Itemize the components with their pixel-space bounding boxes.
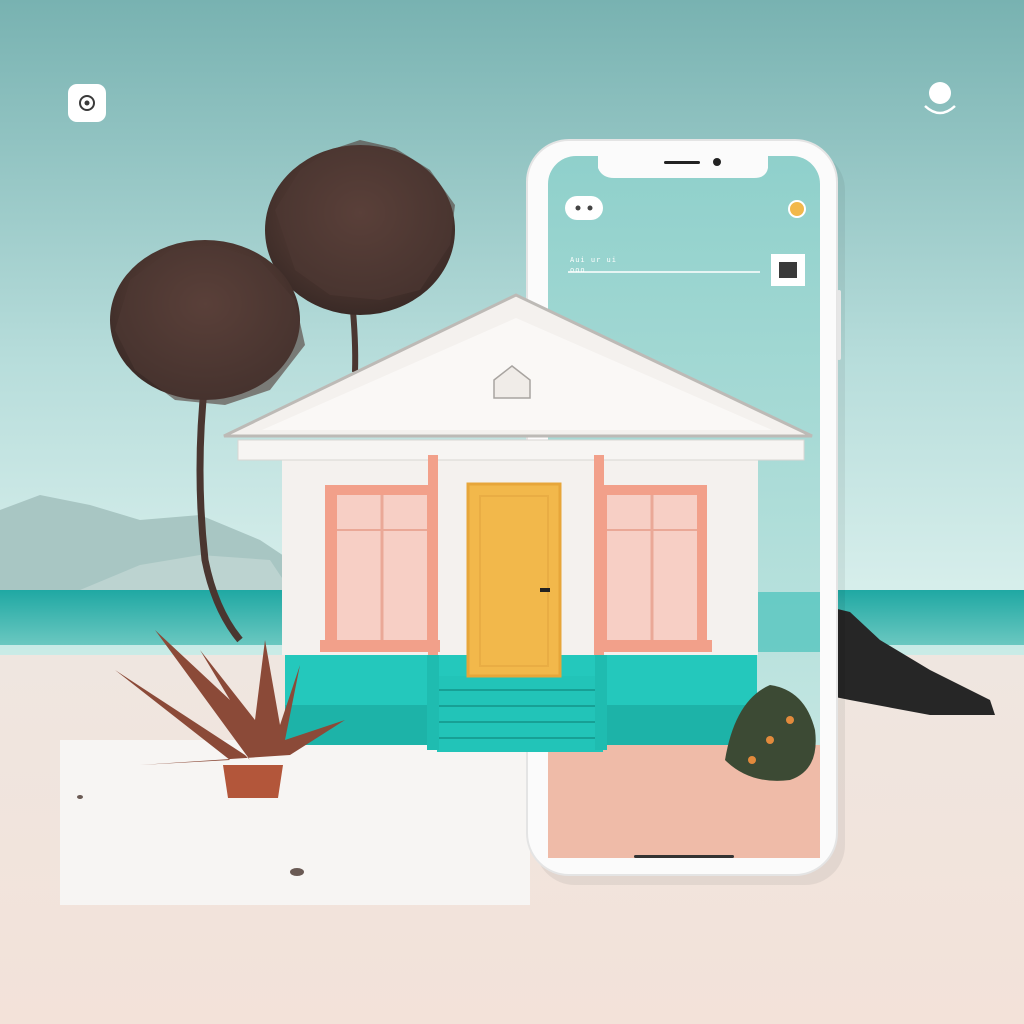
camera-icon[interactable]: [68, 84, 106, 122]
door-handle: [540, 588, 550, 592]
illustration-scene: [0, 0, 1024, 1024]
phone-text-block: Aui ur ui ooo: [570, 255, 617, 275]
toggle-pill-dot-left: [575, 205, 581, 211]
phone-notch: [598, 156, 768, 178]
shrub-flower-1: [766, 736, 774, 744]
qr-code-inner: [779, 262, 797, 278]
front-door: [466, 482, 562, 678]
side-button: [837, 290, 841, 360]
toggle-pill-dot-right: [587, 205, 593, 211]
phone-text-line-2: ooo: [570, 266, 586, 274]
step-rail-right: [595, 645, 607, 750]
steps: [437, 676, 603, 752]
phone-text-line-1: Aui ur ui: [570, 256, 617, 264]
status-dot: [788, 200, 806, 218]
pebble: [77, 795, 83, 799]
home-indicator: [634, 855, 734, 858]
speaker-slot: [664, 161, 700, 164]
shrub-flower-2: [786, 716, 794, 724]
potted-plant-pot: [223, 765, 283, 798]
phone-screen-floor-bottom: [548, 820, 820, 858]
window-right-sill: [600, 640, 712, 652]
shrub-flower-3: [748, 756, 756, 764]
pebble: [290, 868, 304, 876]
step-rail-left: [427, 645, 439, 750]
front-camera: [713, 158, 721, 166]
white-sand-patch: [60, 740, 530, 905]
toggle-pill-icon[interactable]: [565, 196, 603, 220]
window-left-sill: [320, 640, 440, 652]
house-eave: [237, 439, 805, 461]
